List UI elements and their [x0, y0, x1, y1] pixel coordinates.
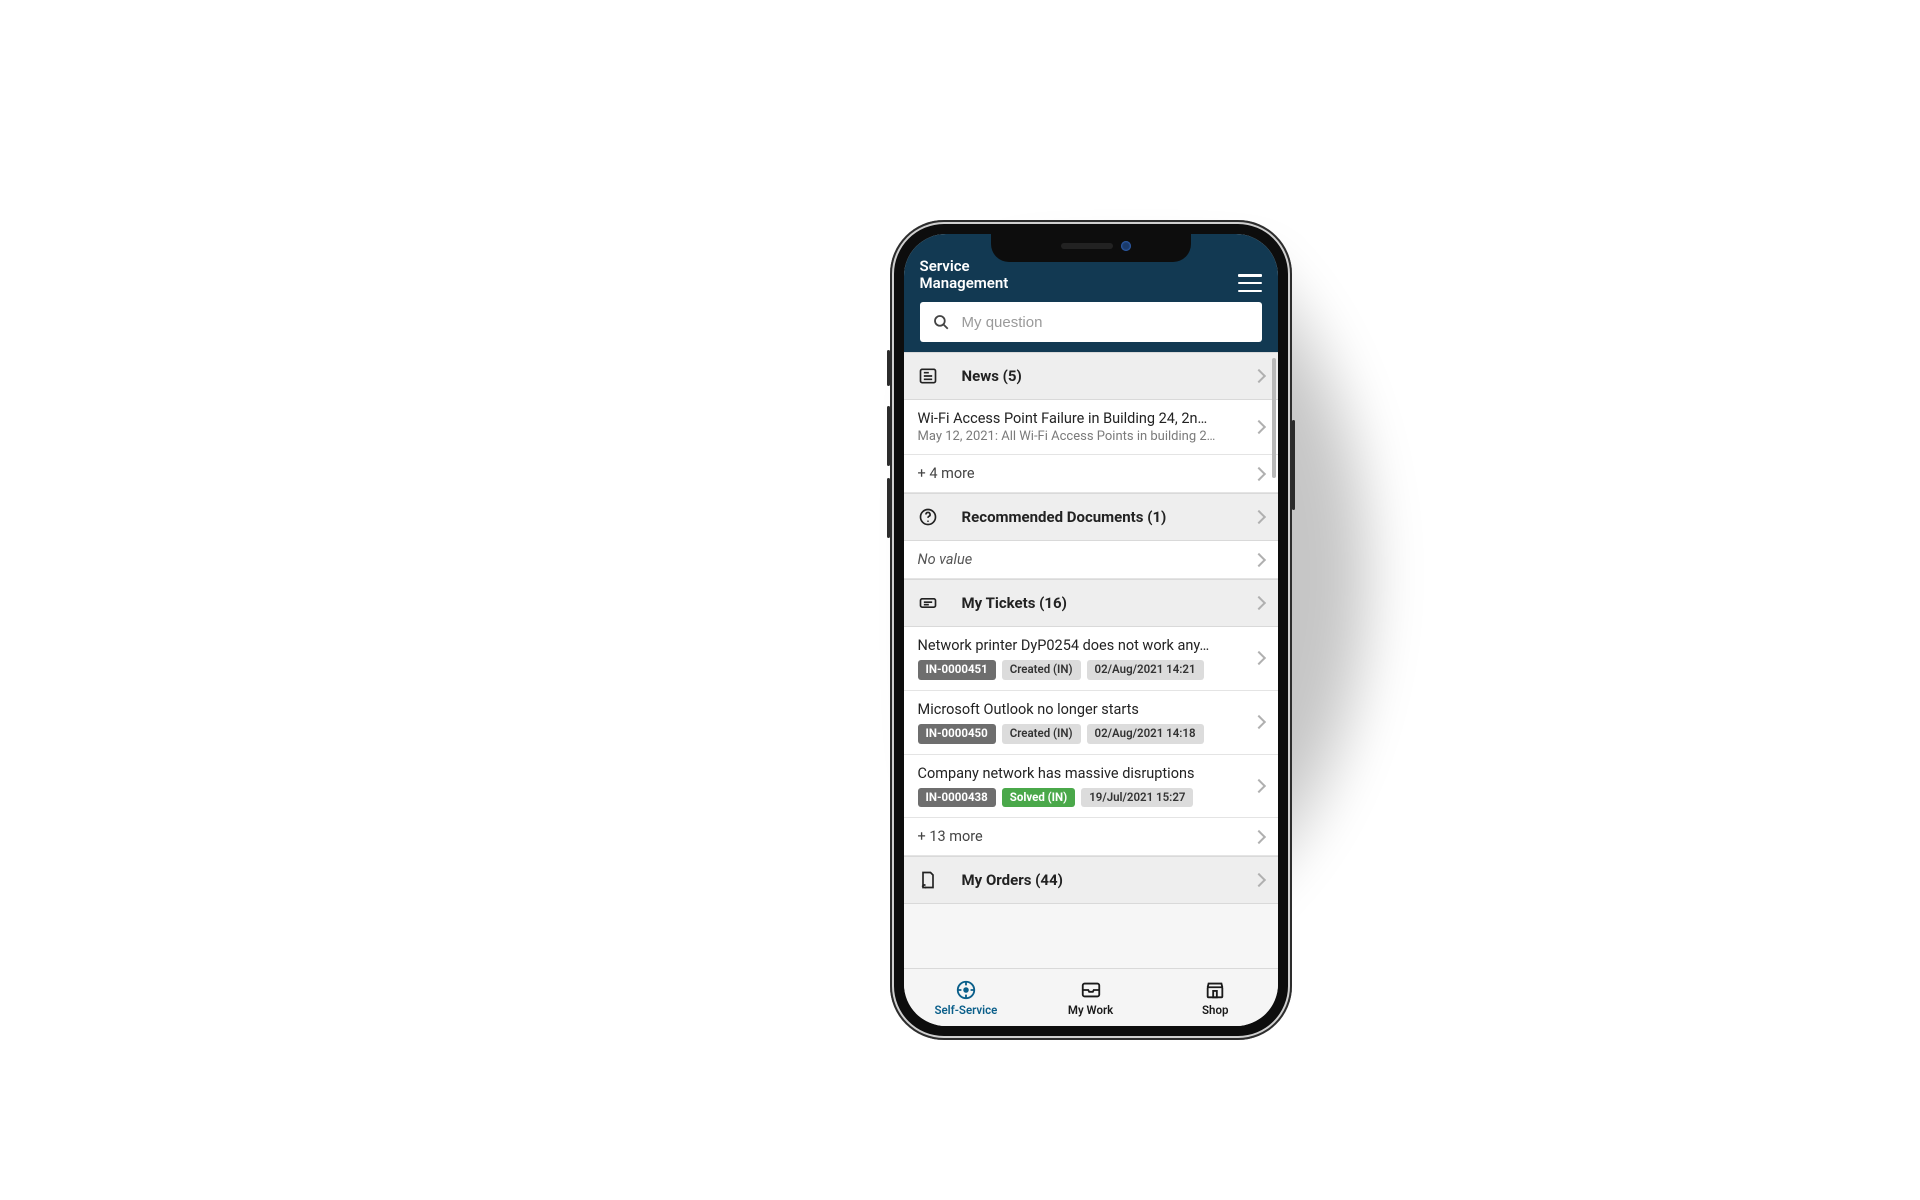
search-bar[interactable]	[920, 302, 1262, 342]
chevron-right-icon	[1251, 830, 1265, 844]
no-value-label: No value	[918, 551, 1244, 568]
nav-label: My Work	[1068, 1003, 1113, 1017]
ticket-item[interactable]: Microsoft Outlook no longer starts IN-00…	[904, 691, 1278, 755]
chevron-right-icon	[1251, 510, 1265, 524]
nav-shop[interactable]: Shop	[1153, 969, 1278, 1026]
ticket-status-pill: Solved (IN)	[1002, 788, 1075, 808]
more-label: + 13 more	[918, 828, 1244, 845]
inbox-icon	[1080, 979, 1102, 1001]
section-label: Recommended Documents (1)	[962, 508, 1230, 526]
phone-notch	[991, 234, 1191, 262]
search-input[interactable]	[962, 314, 1250, 331]
section-header-news[interactable]: News (5)	[904, 352, 1278, 400]
nav-self-service[interactable]: Self-Service	[904, 969, 1029, 1026]
ticket-date-pill: 02/Aug/2021 14:18	[1087, 724, 1204, 744]
chevron-right-icon	[1251, 420, 1265, 434]
news-item-subtitle: May 12, 2021: All Wi-Fi Access Points in…	[918, 429, 1244, 444]
more-label: + 4 more	[918, 465, 1244, 482]
section-label: My Orders (44)	[962, 871, 1230, 889]
menu-button[interactable]	[1238, 274, 1262, 292]
chevron-right-icon	[1251, 369, 1265, 383]
phone-mute-switch	[887, 350, 890, 386]
scrollbar[interactable]	[1272, 358, 1276, 478]
ticket-id-pill: IN-0000451	[918, 660, 996, 680]
content-scroll[interactable]: News (5) Wi-Fi Access Point Failure in B…	[904, 352, 1278, 968]
tickets-more[interactable]: + 13 more	[904, 818, 1278, 856]
app-title: Service Management	[920, 258, 1009, 293]
ticket-id-pill: IN-0000438	[918, 788, 996, 808]
nav-label: Self-Service	[934, 1003, 997, 1017]
chevron-right-icon	[1251, 873, 1265, 887]
ticket-status-pill: Created (IN)	[1002, 724, 1081, 744]
ticket-date-pill: 19/Jul/2021 15:27	[1081, 788, 1193, 808]
recommended-empty[interactable]: No value	[904, 541, 1278, 579]
phone-screen: Service Management	[904, 234, 1278, 1026]
phone-volume-down	[887, 478, 890, 538]
bottom-nav: Self-Service My Work	[904, 968, 1278, 1026]
chevron-right-icon	[1251, 466, 1265, 480]
ticket-status-pill: Created (IN)	[1002, 660, 1081, 680]
phone-volume-up	[887, 406, 890, 466]
chevron-right-icon	[1251, 552, 1265, 566]
news-item[interactable]: Wi-Fi Access Point Failure in Building 2…	[904, 400, 1278, 455]
chevron-right-icon	[1251, 779, 1265, 793]
orders-icon	[918, 870, 938, 890]
search-icon	[932, 313, 950, 331]
section-header-tickets[interactable]: My Tickets (16)	[904, 579, 1278, 627]
phone-power-button	[1292, 420, 1295, 510]
section-label: My Tickets (16)	[962, 594, 1230, 612]
chevron-right-icon	[1251, 596, 1265, 610]
ticket-id-pill: IN-0000450	[918, 724, 996, 744]
ticket-title: Microsoft Outlook no longer starts	[918, 701, 1244, 718]
news-more[interactable]: + 4 more	[904, 455, 1278, 493]
section-header-orders[interactable]: My Orders (44)	[904, 856, 1278, 904]
chevron-right-icon	[1251, 715, 1265, 729]
section-label: News (5)	[962, 367, 1230, 385]
phone-frame: Service Management	[890, 220, 1292, 1040]
ticket-date-pill: 02/Aug/2021 14:21	[1087, 660, 1204, 680]
ticket-title: Network printer DyP0254 does not work an…	[918, 637, 1244, 654]
help-icon	[918, 507, 938, 527]
ticket-item[interactable]: Network printer DyP0254 does not work an…	[904, 627, 1278, 691]
self-service-icon	[955, 979, 977, 1001]
shop-icon	[1204, 979, 1226, 1001]
section-header-recommended[interactable]: Recommended Documents (1)	[904, 493, 1278, 541]
nav-label: Shop	[1202, 1003, 1228, 1017]
news-icon	[918, 366, 938, 386]
ticket-icon	[918, 593, 938, 613]
chevron-right-icon	[1251, 651, 1265, 665]
ticket-title: Company network has massive disruptions	[918, 765, 1244, 782]
ticket-item[interactable]: Company network has massive disruptions …	[904, 755, 1278, 819]
news-item-title: Wi-Fi Access Point Failure in Building 2…	[918, 410, 1244, 427]
nav-my-work[interactable]: My Work	[1028, 969, 1153, 1026]
